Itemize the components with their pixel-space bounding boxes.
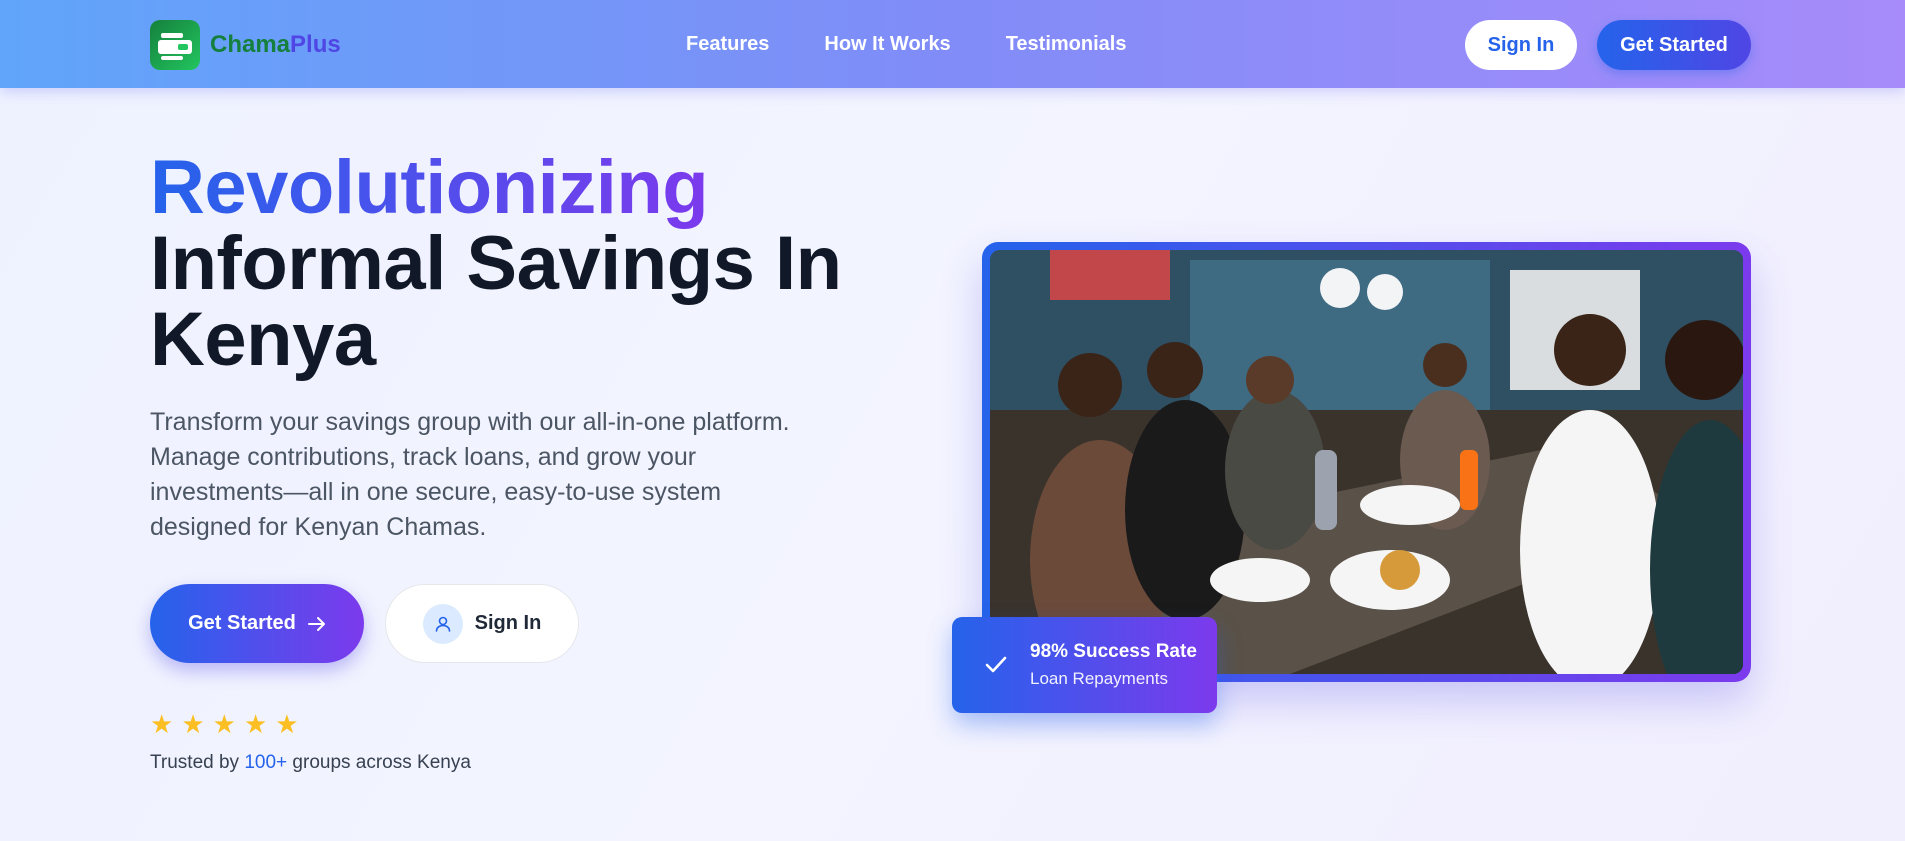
trusted-count: 100+: [244, 752, 288, 773]
hero-title: Revolutionizing Informal Savings In Keny…: [150, 150, 842, 378]
badge-subtitle: Loan Repayments: [1030, 669, 1168, 688]
success-rate-badge: 98% Success Rate Loan Repayments: [952, 617, 1217, 713]
wallet-icon: [150, 20, 200, 70]
nav-link-how-it-works[interactable]: How It Works: [824, 33, 950, 56]
star-icon: ★: [212, 709, 236, 739]
brand-logo[interactable]: ChamaPlus: [150, 20, 341, 70]
trusted-by-text: Trusted by 100+ groups across Kenya: [150, 752, 471, 773]
hero-get-started-button[interactable]: Get Started: [150, 584, 364, 663]
nav-link-testimonials[interactable]: Testimonials: [1006, 33, 1127, 56]
star-icon: ★: [275, 709, 299, 739]
hero-title-highlight: Revolutionizing: [150, 145, 709, 230]
star-icon: ★: [181, 709, 205, 739]
arrow-right-icon: [307, 616, 325, 631]
rating-stars: ★ ★ ★ ★ ★: [150, 711, 299, 737]
hero-photo-group-meeting: [990, 250, 1743, 674]
hero-image-frame: [982, 242, 1751, 682]
nav-link-features[interactable]: Features: [686, 33, 769, 56]
nav-get-started-button[interactable]: Get Started: [1597, 20, 1751, 70]
badge-title: 98% Success Rate: [1030, 641, 1197, 662]
photo-illustration: [990, 250, 1743, 674]
hero-sign-in-button[interactable]: Sign In: [385, 584, 579, 663]
hero-description: Transform your savings group with our al…: [150, 408, 790, 541]
brand-name: ChamaPlus: [210, 31, 341, 58]
hero-sign-in-label: Sign In: [474, 612, 542, 634]
star-icon: ★: [150, 709, 174, 739]
hero-title-line2: Informal Savings In: [150, 221, 842, 306]
user-icon: [422, 603, 463, 644]
nav-sign-in-button[interactable]: Sign In: [1465, 20, 1577, 70]
top-navbar: ChamaPlus Features How It Works Testimon…: [0, 0, 1905, 88]
hero-title-line3: Kenya: [150, 297, 376, 382]
check-icon: [985, 656, 1007, 673]
star-icon: ★: [243, 709, 268, 739]
nav-links: Features How It Works Testimonials: [686, 33, 1126, 56]
hero-get-started-label: Get Started: [188, 612, 296, 634]
